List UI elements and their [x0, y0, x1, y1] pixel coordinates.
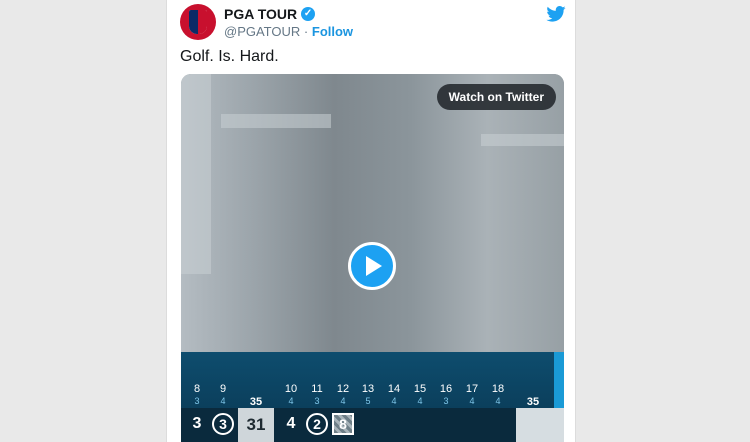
- score-hole-9: 3: [211, 411, 235, 437]
- watch-on-twitter-button[interactable]: Watch on Twitter: [436, 84, 556, 110]
- hole-8: 83: [193, 383, 201, 407]
- tweet-text: Golf. Is. Hard.: [180, 48, 279, 65]
- hole-18: 18 4: [491, 383, 505, 407]
- background-shape: [181, 74, 211, 274]
- score-hole-10: 4: [286, 415, 296, 432]
- follow-link[interactable]: Follow: [312, 24, 353, 39]
- score-hole-12: 8: [331, 411, 355, 437]
- in-total: 35: [526, 396, 540, 408]
- avatar[interactable]: [180, 4, 216, 40]
- score-out-total: 31: [238, 408, 274, 442]
- pga-tour-logo-icon: [189, 10, 207, 34]
- play-button[interactable]: [348, 242, 396, 290]
- hole-12: 12 4: [336, 383, 350, 407]
- background-shape: [221, 114, 331, 128]
- background-shape: [481, 134, 564, 146]
- score-row-end: [516, 408, 564, 442]
- separator: ·: [303, 24, 309, 39]
- out-total: 35: [249, 396, 263, 408]
- handle-row: @PGATOUR · Follow: [224, 24, 353, 39]
- scoreboard: 83 94 35 10 4 11 3 12 4 13 5 14 4 15 4 16 3 17 4…: [181, 352, 564, 442]
- account-name[interactable]: PGA TOUR: [224, 6, 297, 22]
- tweet-header: PGA TOUR ✓ @PGATOUR · Follow: [180, 4, 566, 40]
- hole-9: 94: [219, 383, 227, 407]
- hole-13: 13 5: [361, 383, 375, 407]
- hole-row: 83 94 35 10 4 11 3 12 4 13 5 14 4 15 4 16 3 17 4…: [181, 384, 564, 408]
- video-player[interactable]: Watch on Twitter 83 94 35 10 4 11 3 12 4 13…: [181, 74, 564, 442]
- hole-10: 10 4: [284, 383, 298, 407]
- hole-11: 11 3: [311, 383, 323, 407]
- play-icon: [366, 256, 382, 276]
- account-name-row: PGA TOUR ✓: [224, 6, 316, 22]
- account-handle[interactable]: @PGATOUR: [224, 24, 300, 39]
- hole-16: 16 3: [439, 383, 453, 407]
- twitter-bird-icon[interactable]: [546, 6, 566, 22]
- hole-15: 15 4: [413, 383, 427, 407]
- verified-badge-icon: ✓: [301, 7, 316, 21]
- hole-17: 17 4: [465, 383, 479, 407]
- hole-14: 14 4: [387, 383, 401, 407]
- tweet-card: PGA TOUR ✓ @PGATOUR · Follow Golf. Is. H…: [166, 0, 576, 442]
- score-hole-11: 2: [305, 411, 329, 437]
- score-hole-8: 3: [192, 415, 202, 432]
